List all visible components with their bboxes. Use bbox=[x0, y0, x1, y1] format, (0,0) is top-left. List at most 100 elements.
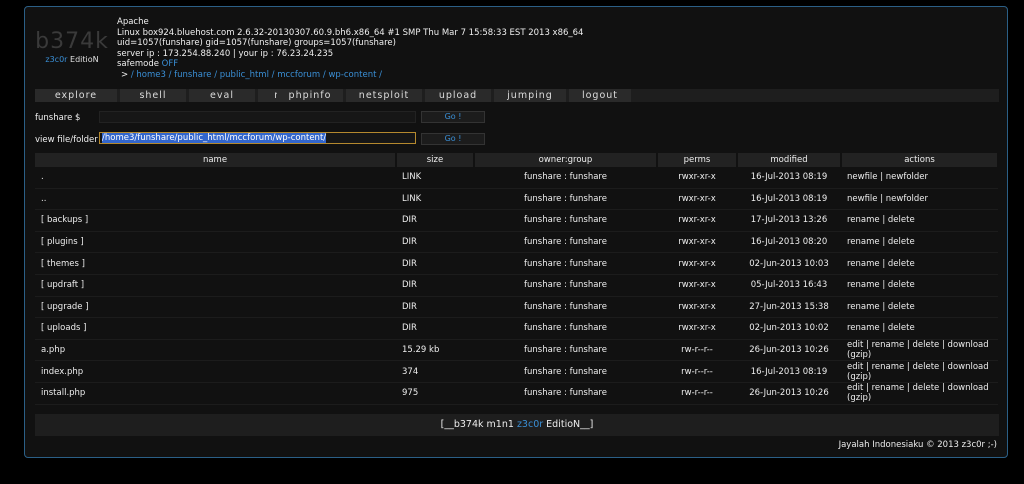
file-modified: 16-Jul-2013 08:19 bbox=[737, 167, 841, 189]
file-modified: 16-Jul-2013 08:19 bbox=[737, 360, 841, 383]
file-modified: 02-Jun-2013 10:02 bbox=[737, 317, 841, 340]
file-size: 975 bbox=[396, 382, 474, 405]
header-owner[interactable]: owner:group bbox=[474, 153, 658, 167]
footer-right: EditioN__] bbox=[543, 419, 594, 430]
viewfile-go-button[interactable]: Go ! bbox=[421, 133, 485, 145]
table-row: [ plugins ] DIR funshare : funshare rwxr-xr… bbox=[35, 231, 998, 254]
server-ips: server ip : 173.254.88.240 | your ip : 7… bbox=[117, 48, 334, 59]
current-path: > / home3 / funshare / public_html / mcc… bbox=[117, 70, 583, 81]
footer-left: [__b374k m1n1 bbox=[440, 419, 517, 430]
file-actions[interactable]: rename | delete bbox=[841, 209, 998, 232]
viewfile-label: view file/folder bbox=[35, 135, 98, 145]
copyright: Jayalah Indonesiaku © 2013 z3c0r ;-) bbox=[838, 440, 997, 450]
edition-suffix: EditioN bbox=[70, 55, 99, 64]
file-modified: 16-Jul-2013 08:20 bbox=[737, 231, 841, 254]
file-actions[interactable]: edit | rename | delete | download (gzip) bbox=[841, 339, 998, 362]
file-actions[interactable]: rename | delete bbox=[841, 317, 998, 340]
file-modified: 26-Jun-2013 10:26 bbox=[737, 339, 841, 362]
file-perms[interactable]: rw-r--r-- bbox=[657, 339, 737, 362]
header-name[interactable]: name bbox=[35, 153, 397, 167]
file-size: DIR bbox=[396, 231, 474, 254]
server-info: Apache Linux box924.bluehost.com 2.6.32-… bbox=[117, 17, 583, 80]
edition-label: z3c0r EditioN bbox=[35, 55, 109, 64]
command-input[interactable] bbox=[99, 111, 416, 123]
command-label: funshare $ bbox=[35, 113, 81, 123]
file-owner: funshare : funshare bbox=[474, 209, 657, 232]
header-size[interactable]: size bbox=[396, 153, 475, 167]
file-perms[interactable]: rwxr-xr-x bbox=[657, 231, 737, 254]
footer-bar: [__b374k m1n1 z3c0r EditioN__] bbox=[35, 414, 999, 436]
file-perms[interactable]: rwxr-xr-x bbox=[657, 317, 737, 340]
main-frame: b374k z3c0r EditioN Apache Linux box924.… bbox=[24, 6, 1008, 458]
file-perms[interactable]: rw-r--r-- bbox=[657, 382, 737, 405]
file-name[interactable]: [ plugins ] bbox=[35, 231, 396, 254]
file-owner: funshare : funshare bbox=[474, 360, 657, 383]
viewfile-input[interactable]: /home3/funshare/public_html/mccforum/wp-… bbox=[99, 132, 416, 144]
header-actions: actions bbox=[841, 153, 999, 167]
file-name[interactable]: index.php bbox=[35, 360, 396, 383]
file-owner: funshare : funshare bbox=[474, 274, 657, 297]
path-prefix: > bbox=[121, 69, 129, 80]
file-size: 374 bbox=[396, 360, 474, 383]
file-perms[interactable]: rwxr-xr-x bbox=[657, 274, 737, 297]
file-owner: funshare : funshare bbox=[474, 339, 657, 362]
file-owner: funshare : funshare bbox=[474, 188, 657, 211]
file-actions[interactable]: rename | delete bbox=[841, 252, 998, 275]
file-size: DIR bbox=[396, 274, 474, 297]
table-row: install.php 975 funshare : funshare rw-r--r… bbox=[35, 382, 998, 405]
file-name[interactable]: [ backups ] bbox=[35, 209, 396, 232]
table-row: [ upgrade ] DIR funshare : funshare rwxr-xr… bbox=[35, 296, 998, 319]
file-name[interactable]: a.php bbox=[35, 339, 396, 362]
file-actions[interactable]: newfile | newfolder bbox=[841, 188, 998, 211]
file-perms[interactable]: rwxr-xr-x bbox=[657, 252, 737, 275]
file-perms[interactable]: rwxr-xr-x bbox=[657, 209, 737, 232]
menu-netsploit[interactable]: netsploit bbox=[346, 89, 422, 102]
file-actions[interactable]: rename | delete bbox=[841, 274, 998, 297]
safemode-value: OFF bbox=[161, 59, 179, 69]
main-menu-continued: phpinfo netsploit upload jumping logout bbox=[35, 89, 999, 102]
file-actions[interactable]: rename | delete bbox=[841, 296, 998, 319]
file-modified: 27-Jun-2013 15:38 bbox=[737, 296, 841, 319]
footer-highlight: z3c0r bbox=[516, 419, 544, 430]
file-size: DIR bbox=[396, 252, 474, 275]
file-perms[interactable]: rwxr-xr-x bbox=[657, 167, 737, 189]
file-actions[interactable]: rename | delete bbox=[841, 231, 998, 254]
menu-phpinfo[interactable]: phpinfo bbox=[277, 89, 343, 102]
logo-area: b374k z3c0r EditioN bbox=[35, 15, 109, 75]
file-name[interactable]: . bbox=[35, 167, 396, 189]
file-name[interactable]: install.php bbox=[35, 382, 396, 405]
table-row: [ backups ] DIR funshare : funshare rwxr-xr… bbox=[35, 209, 998, 232]
file-modified: 17-Jul-2013 13:26 bbox=[737, 209, 841, 232]
file-size: DIR bbox=[396, 209, 474, 232]
header-perms[interactable]: perms bbox=[657, 153, 738, 167]
file-actions[interactable]: edit | rename | delete | download (gzip) bbox=[841, 382, 998, 405]
file-perms[interactable]: rw-r--r-- bbox=[657, 360, 737, 383]
file-name[interactable]: .. bbox=[35, 188, 396, 211]
file-size: LINK bbox=[396, 167, 474, 189]
file-actions[interactable]: edit | rename | delete | download (gzip) bbox=[841, 360, 998, 383]
file-name[interactable]: [ updraft ] bbox=[35, 274, 396, 297]
file-name[interactable]: [ themes ] bbox=[35, 252, 396, 275]
header-modified[interactable]: modified bbox=[737, 153, 842, 167]
safemode-label: safemode bbox=[117, 59, 159, 69]
file-owner: funshare : funshare bbox=[474, 382, 657, 405]
path-link[interactable]: / home3 / funshare / public_html / mccfo… bbox=[131, 70, 382, 80]
file-modified: 16-Jul-2013 08:19 bbox=[737, 188, 841, 211]
viewfile-value: /home3/funshare/public_html/mccforum/wp-… bbox=[102, 133, 327, 143]
table-row: [ updraft ] DIR funshare : funshare rwxr-xr… bbox=[35, 274, 998, 297]
menu-logout[interactable]: logout bbox=[569, 89, 631, 102]
file-owner: funshare : funshare bbox=[474, 296, 657, 319]
file-modified: 05-Jul-2013 16:43 bbox=[737, 274, 841, 297]
file-perms[interactable]: rwxr-xr-x bbox=[657, 296, 737, 319]
file-name[interactable]: [ upgrade ] bbox=[35, 296, 396, 319]
file-size: DIR bbox=[396, 296, 474, 319]
file-modified: 26-Jun-2013 10:26 bbox=[737, 382, 841, 405]
file-name[interactable]: [ uploads ] bbox=[35, 317, 396, 340]
table-row: . LINK funshare : funshare rwxr-xr-x 16-Jul-… bbox=[35, 167, 998, 189]
table-row: index.php 374 funshare : funshare rw-r--r--… bbox=[35, 360, 998, 383]
file-actions[interactable]: newfile | newfolder bbox=[841, 167, 998, 189]
menu-jumping[interactable]: jumping bbox=[494, 89, 566, 102]
file-perms[interactable]: rwxr-xr-x bbox=[657, 188, 737, 211]
command-go-button[interactable]: Go ! bbox=[421, 111, 485, 123]
menu-upload[interactable]: upload bbox=[425, 89, 491, 102]
